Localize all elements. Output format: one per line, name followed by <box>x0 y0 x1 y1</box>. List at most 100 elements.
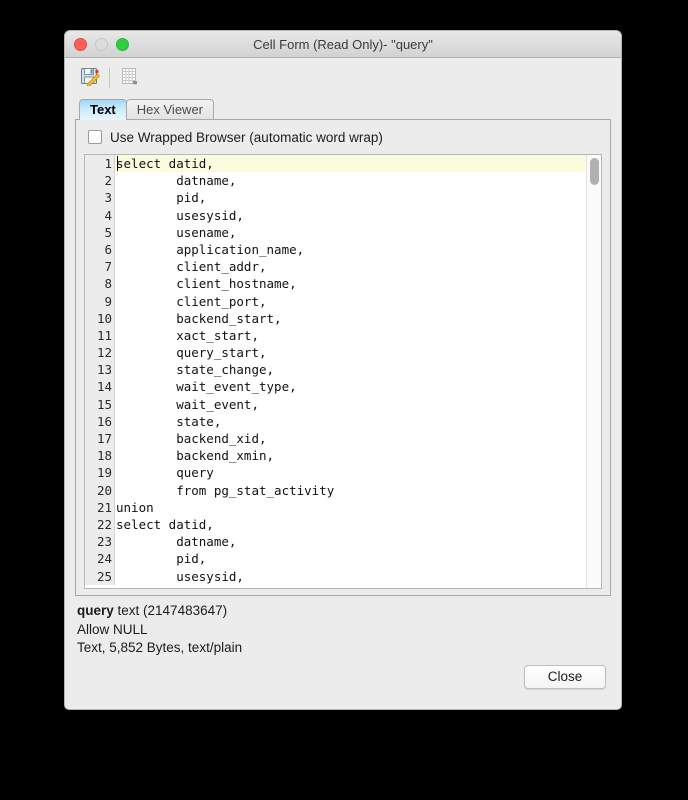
cell-info: query text (2147483647) Allow NULL Text,… <box>65 596 621 658</box>
code-line[interactable]: 4 usesysid, <box>85 206 586 224</box>
code-line[interactable]: 7 client_addr, <box>85 258 586 276</box>
code-line[interactable]: 2 datname, <box>85 172 586 190</box>
code-line[interactable]: 21 union <box>85 498 586 516</box>
line-number: 16 <box>85 412 115 430</box>
line-number: 6 <box>85 240 115 259</box>
line-source: client_addr, <box>116 259 267 275</box>
line-number: 4 <box>85 206 115 224</box>
save-edit-icon <box>80 66 101 91</box>
line-number: 22 <box>85 515 115 534</box>
tab-hex-viewer[interactable]: Hex Viewer <box>125 99 214 120</box>
code-editor[interactable]: 1 select datid, 2 datname, 3 pid, 4 usesysid… <box>84 154 602 589</box>
code-line[interactable]: 16 state, <box>85 412 586 430</box>
line-source: backend_start, <box>116 310 282 326</box>
line-source: wait_event_type, <box>116 379 297 395</box>
line-source: pid, <box>116 190 207 206</box>
line-number: 25 <box>85 567 115 585</box>
code-line[interactable]: 1 select datid, <box>85 155 586 173</box>
wrapped-browser-checkbox[interactable] <box>88 130 102 144</box>
wrapped-browser-label: Use Wrapped Browser (automatic word wrap… <box>110 129 383 145</box>
code-line[interactable]: 6 application_name, <box>85 240 586 259</box>
code-line[interactable]: 20 from pg_stat_activity <box>85 481 586 499</box>
line-number: 20 <box>85 481 115 499</box>
line-source: wait_event, <box>116 396 259 412</box>
line-number: 12 <box>85 344 115 362</box>
line-number: 3 <box>85 189 115 207</box>
line-source: select datid, <box>116 156 214 171</box>
code-line[interactable]: 19 query <box>85 464 586 482</box>
code-line[interactable]: 10 backend_start, <box>85 309 586 327</box>
line-number: 15 <box>85 395 115 413</box>
wrapped-browser-row[interactable]: Use Wrapped Browser (automatic word wrap… <box>76 120 610 154</box>
code-line[interactable]: 15 wait_event, <box>85 395 586 413</box>
code-line[interactable]: 5 usename, <box>85 223 586 241</box>
code-line[interactable]: 22 select datid, <box>85 515 586 534</box>
code-line[interactable]: 11 xact_start, <box>85 326 586 345</box>
line-number: 8 <box>85 275 115 293</box>
line-source: query_start, <box>116 345 267 361</box>
line-source: union <box>116 499 154 515</box>
code-line[interactable]: 18 backend_xmin, <box>85 447 586 465</box>
line-number: 24 <box>85 550 115 568</box>
cell-column-name: query <box>77 603 114 618</box>
line-number: 23 <box>85 533 115 551</box>
line-source: query <box>116 465 214 481</box>
tabstrip: Text Hex Viewer <box>65 98 621 120</box>
line-number: 19 <box>85 464 115 482</box>
line-source: from pg_stat_activity <box>116 482 335 498</box>
code-line[interactable]: 14 wait_event_type, <box>85 378 586 396</box>
text-cursor <box>117 156 118 171</box>
code-line[interactable]: 17 backend_xid, <box>85 430 586 448</box>
dialog-footer: Close <box>65 657 621 709</box>
line-source: usesysid, <box>116 207 244 223</box>
close-button[interactable]: Close <box>524 665 606 689</box>
window-title: Cell Form (Read Only)- "query" <box>253 37 433 52</box>
code-line[interactable]: 25 usesysid, <box>85 567 586 585</box>
cell-form-window: Cell Form (Read Only)- "query" Text Hex … <box>64 30 622 710</box>
line-source: state_change, <box>116 362 275 378</box>
code-lines[interactable]: 1 select datid, 2 datname, 3 pid, 4 usesysid… <box>85 155 586 588</box>
line-number: 1 <box>85 155 115 173</box>
editor-scrollbar-thumb[interactable] <box>590 158 599 185</box>
line-number: 5 <box>85 223 115 241</box>
code-line[interactable]: 13 state_change, <box>85 361 586 379</box>
line-number: 2 <box>85 172 115 190</box>
grid-table-icon <box>119 66 139 91</box>
window-titlebar: Cell Form (Read Only)- "query" <box>65 31 621 58</box>
line-source: usesysid, <box>116 568 244 584</box>
line-source: usename, <box>116 224 237 240</box>
code-line[interactable]: 9 client_port, <box>85 292 586 310</box>
editor-vertical-scrollbar[interactable] <box>586 155 601 588</box>
cell-size: Text, 5,852 Bytes, text/plain <box>77 640 243 655</box>
line-number: 10 <box>85 309 115 327</box>
text-tab-panel: Use Wrapped Browser (automatic word wrap… <box>75 119 611 596</box>
code-line[interactable]: 3 pid, <box>85 189 586 207</box>
line-source: datname, <box>116 534 237 550</box>
tab-text[interactable]: Text <box>79 99 127 120</box>
code-line[interactable]: 23 datname, <box>85 533 586 551</box>
line-source: select datid, <box>116 516 214 532</box>
line-source: backend_xid, <box>116 431 267 446</box>
line-source: client_port, <box>116 293 267 309</box>
code-line[interactable]: 24 pid, <box>85 550 586 568</box>
line-number: 11 <box>85 326 115 345</box>
cell-type-line: query text (2147483647) <box>77 602 621 621</box>
line-number: 17 <box>85 430 115 448</box>
line-number: 13 <box>85 361 115 379</box>
line-source: application_name, <box>116 241 305 257</box>
save-edit-button[interactable] <box>77 65 103 91</box>
code-line[interactable]: 12 query_start, <box>85 344 586 362</box>
line-number: 14 <box>85 378 115 396</box>
cell-type: text (2147483647) <box>117 603 228 618</box>
line-source: client_hostname, <box>116 276 297 292</box>
line-source: backend_xmin, <box>116 448 275 464</box>
line-source: xact_start, <box>116 327 259 343</box>
cell-nullability: Allow NULL <box>77 621 148 637</box>
line-number: 7 <box>85 258 115 276</box>
toolbar <box>65 58 621 98</box>
grid-table-button[interactable] <box>116 65 142 91</box>
line-number: 18 <box>85 447 115 465</box>
line-source: pid, <box>116 551 207 567</box>
line-number: 9 <box>85 292 115 310</box>
code-line[interactable]: 8 client_hostname, <box>85 275 586 293</box>
